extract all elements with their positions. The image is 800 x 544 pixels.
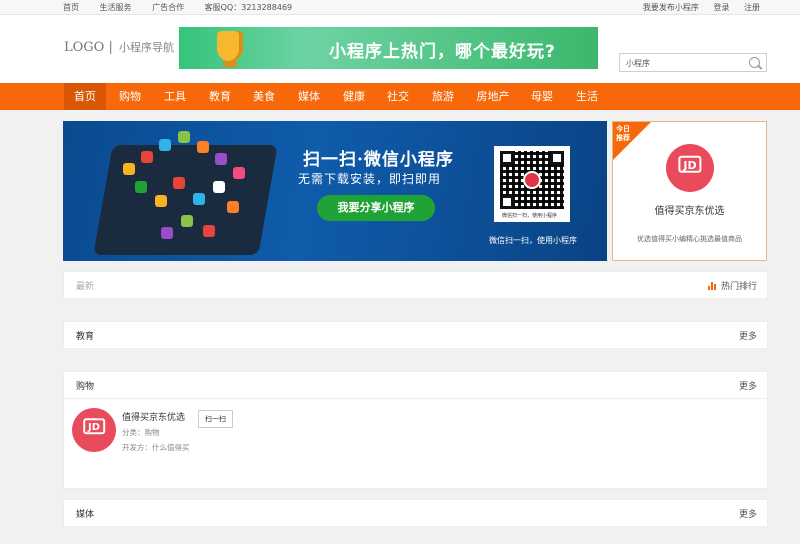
share-miniprogram-button[interactable]: 我要分享小程序	[317, 195, 435, 221]
section-title-media: 媒体	[76, 510, 95, 520]
nav-item-tools[interactable]: 工具	[155, 83, 195, 110]
app-icon	[141, 151, 153, 163]
section-title-shopping: 购物	[76, 382, 95, 392]
recommend-app-description: 优选值得买小编精心挑选最值商品	[637, 235, 742, 243]
section-header: 购物 更多	[64, 372, 767, 399]
nav-item-home[interactable]: 首页	[64, 83, 106, 110]
more-link-media[interactable]: 更多	[739, 507, 757, 520]
trophy-icon	[217, 31, 243, 67]
app-icon	[123, 163, 135, 175]
app-icon	[215, 153, 227, 165]
logo-divider: |	[108, 40, 113, 55]
qr-finder	[500, 151, 514, 165]
phone-illustration	[93, 145, 278, 255]
qr-finder	[500, 195, 514, 209]
logo-subtitle: 小程序导航	[119, 41, 175, 54]
search-icon[interactable]	[749, 57, 760, 68]
recommend-corner-label: 今日推荐	[616, 125, 630, 142]
top-link-home[interactable]: 首页	[63, 3, 79, 12]
app-icon	[203, 225, 215, 237]
top-link-ad-cooperation[interactable]: 广告合作	[152, 3, 184, 12]
nav-item-media[interactable]: 媒体	[289, 83, 329, 110]
nav-item-social[interactable]: 社交	[378, 83, 418, 110]
header: LOGO | 小程序导航 小程序上热门，哪个最好玩?	[0, 15, 800, 83]
nav-item-education[interactable]: 教育	[200, 83, 240, 110]
qr-caption: 微信扫一扫，使用小程序	[502, 213, 558, 219]
recommend-app-name[interactable]: 值得买京东优选	[613, 202, 766, 217]
qr-center-logo	[523, 171, 541, 189]
app-name[interactable]: 值得买京东优选	[122, 410, 185, 423]
qr-code: 微信扫一扫，使用小程序	[494, 146, 570, 222]
app-icon	[233, 167, 245, 179]
login-link[interactable]: 登录	[713, 3, 729, 12]
bar-chart-icon	[707, 282, 717, 290]
nav-item-maternal-baby[interactable]: 母婴	[522, 83, 562, 110]
nav-item-life[interactable]: 生活	[567, 83, 607, 110]
jd-logo-text: JD	[683, 159, 697, 172]
top-links-left: 首页 生活服务 广告合作 客服QQ：3213288469	[63, 2, 310, 13]
top-customer-service-qq: 客服QQ：3213288469	[204, 3, 293, 12]
main-nav: 首页 购物 工具 教育 美食 媒体 健康 社交 旅游 房地产 母婴 生活	[0, 83, 800, 110]
hero-banner[interactable]: 扫一扫·微信小程序 无需下载安装，即扫即用 我要分享小程序 微信扫一扫，使用小程…	[63, 121, 607, 261]
nav-item-food[interactable]: 美食	[244, 83, 284, 110]
app-icon	[173, 177, 185, 189]
nav-item-shopping[interactable]: 购物	[110, 83, 150, 110]
register-link[interactable]: 注册	[744, 3, 760, 12]
hot-ranking-label: 热门排行	[720, 282, 757, 292]
hero-title: 扫一扫·微信小程序	[303, 150, 454, 170]
nav-item-real-estate[interactable]: 房地产	[468, 83, 518, 110]
section-media: 媒体 更多	[63, 499, 768, 527]
section-title-education: 教育	[76, 332, 95, 342]
today-recommend-card[interactable]: 今日推荐 JD 值得买京东优选 优选值得买小编精心挑选最值商品	[612, 121, 767, 261]
publish-miniprogram-link[interactable]: 我要发布小程序	[643, 3, 699, 12]
section-title-latest: 最新	[76, 282, 95, 292]
qr-finder	[550, 151, 564, 165]
more-link-shopping[interactable]: 更多	[739, 379, 757, 392]
ad-banner-text: 小程序上热门，哪个最好玩?	[329, 42, 556, 62]
top-bar: 首页 生活服务 广告合作 客服QQ：3213288469 我要发布小程序 登录 …	[0, 0, 800, 15]
jd-logo-icon: JD	[666, 144, 714, 192]
site-logo[interactable]: LOGO | 小程序导航	[64, 39, 174, 55]
top-links-right: 我要发布小程序 登录 注册	[631, 2, 760, 13]
section-latest: 最新 热门排行	[63, 271, 768, 299]
jd-logo-icon[interactable]: JD	[72, 408, 116, 452]
section-education: 教育 更多	[63, 321, 768, 349]
search-box	[619, 53, 767, 72]
section-header: 最新 热门排行	[64, 272, 767, 298]
app-icon	[159, 139, 171, 151]
nav-item-health[interactable]: 健康	[334, 83, 374, 110]
section-header: 教育 更多	[64, 322, 767, 349]
logo-text: LOGO	[64, 40, 105, 55]
jd-logo-text: JD	[87, 422, 101, 433]
app-icon	[135, 181, 147, 193]
top-link-life-services[interactable]: 生活服务	[100, 3, 132, 12]
app-icon	[227, 201, 239, 213]
section-header: 媒体 更多	[64, 500, 767, 527]
scan-button[interactable]: 扫一扫	[198, 410, 233, 428]
app-icon	[155, 195, 167, 207]
app-icon	[213, 181, 225, 193]
app-icon	[181, 215, 193, 227]
search-input[interactable]	[620, 54, 748, 72]
nav-item-travel[interactable]: 旅游	[423, 83, 463, 110]
app-icon	[161, 227, 173, 239]
app-icon	[178, 131, 190, 143]
header-ad-banner[interactable]: 小程序上热门，哪个最好玩?	[179, 27, 598, 69]
hot-ranking-link[interactable]: 热门排行	[707, 279, 757, 292]
more-link-education[interactable]: 更多	[739, 329, 757, 342]
app-category: 分类：购物	[122, 428, 160, 437]
app-developer: 开发方：什么值得买	[122, 443, 190, 452]
app-icon	[193, 193, 205, 205]
scan-instruction: 微信扫一扫，使用小程序	[489, 236, 577, 245]
hero-subtitle: 无需下载安装，即扫即用	[298, 172, 442, 186]
section-shopping: 购物 更多 JD 值得买京东优选 分类：购物 开发方：什么值得买 扫一扫	[63, 371, 768, 489]
app-icon	[197, 141, 209, 153]
